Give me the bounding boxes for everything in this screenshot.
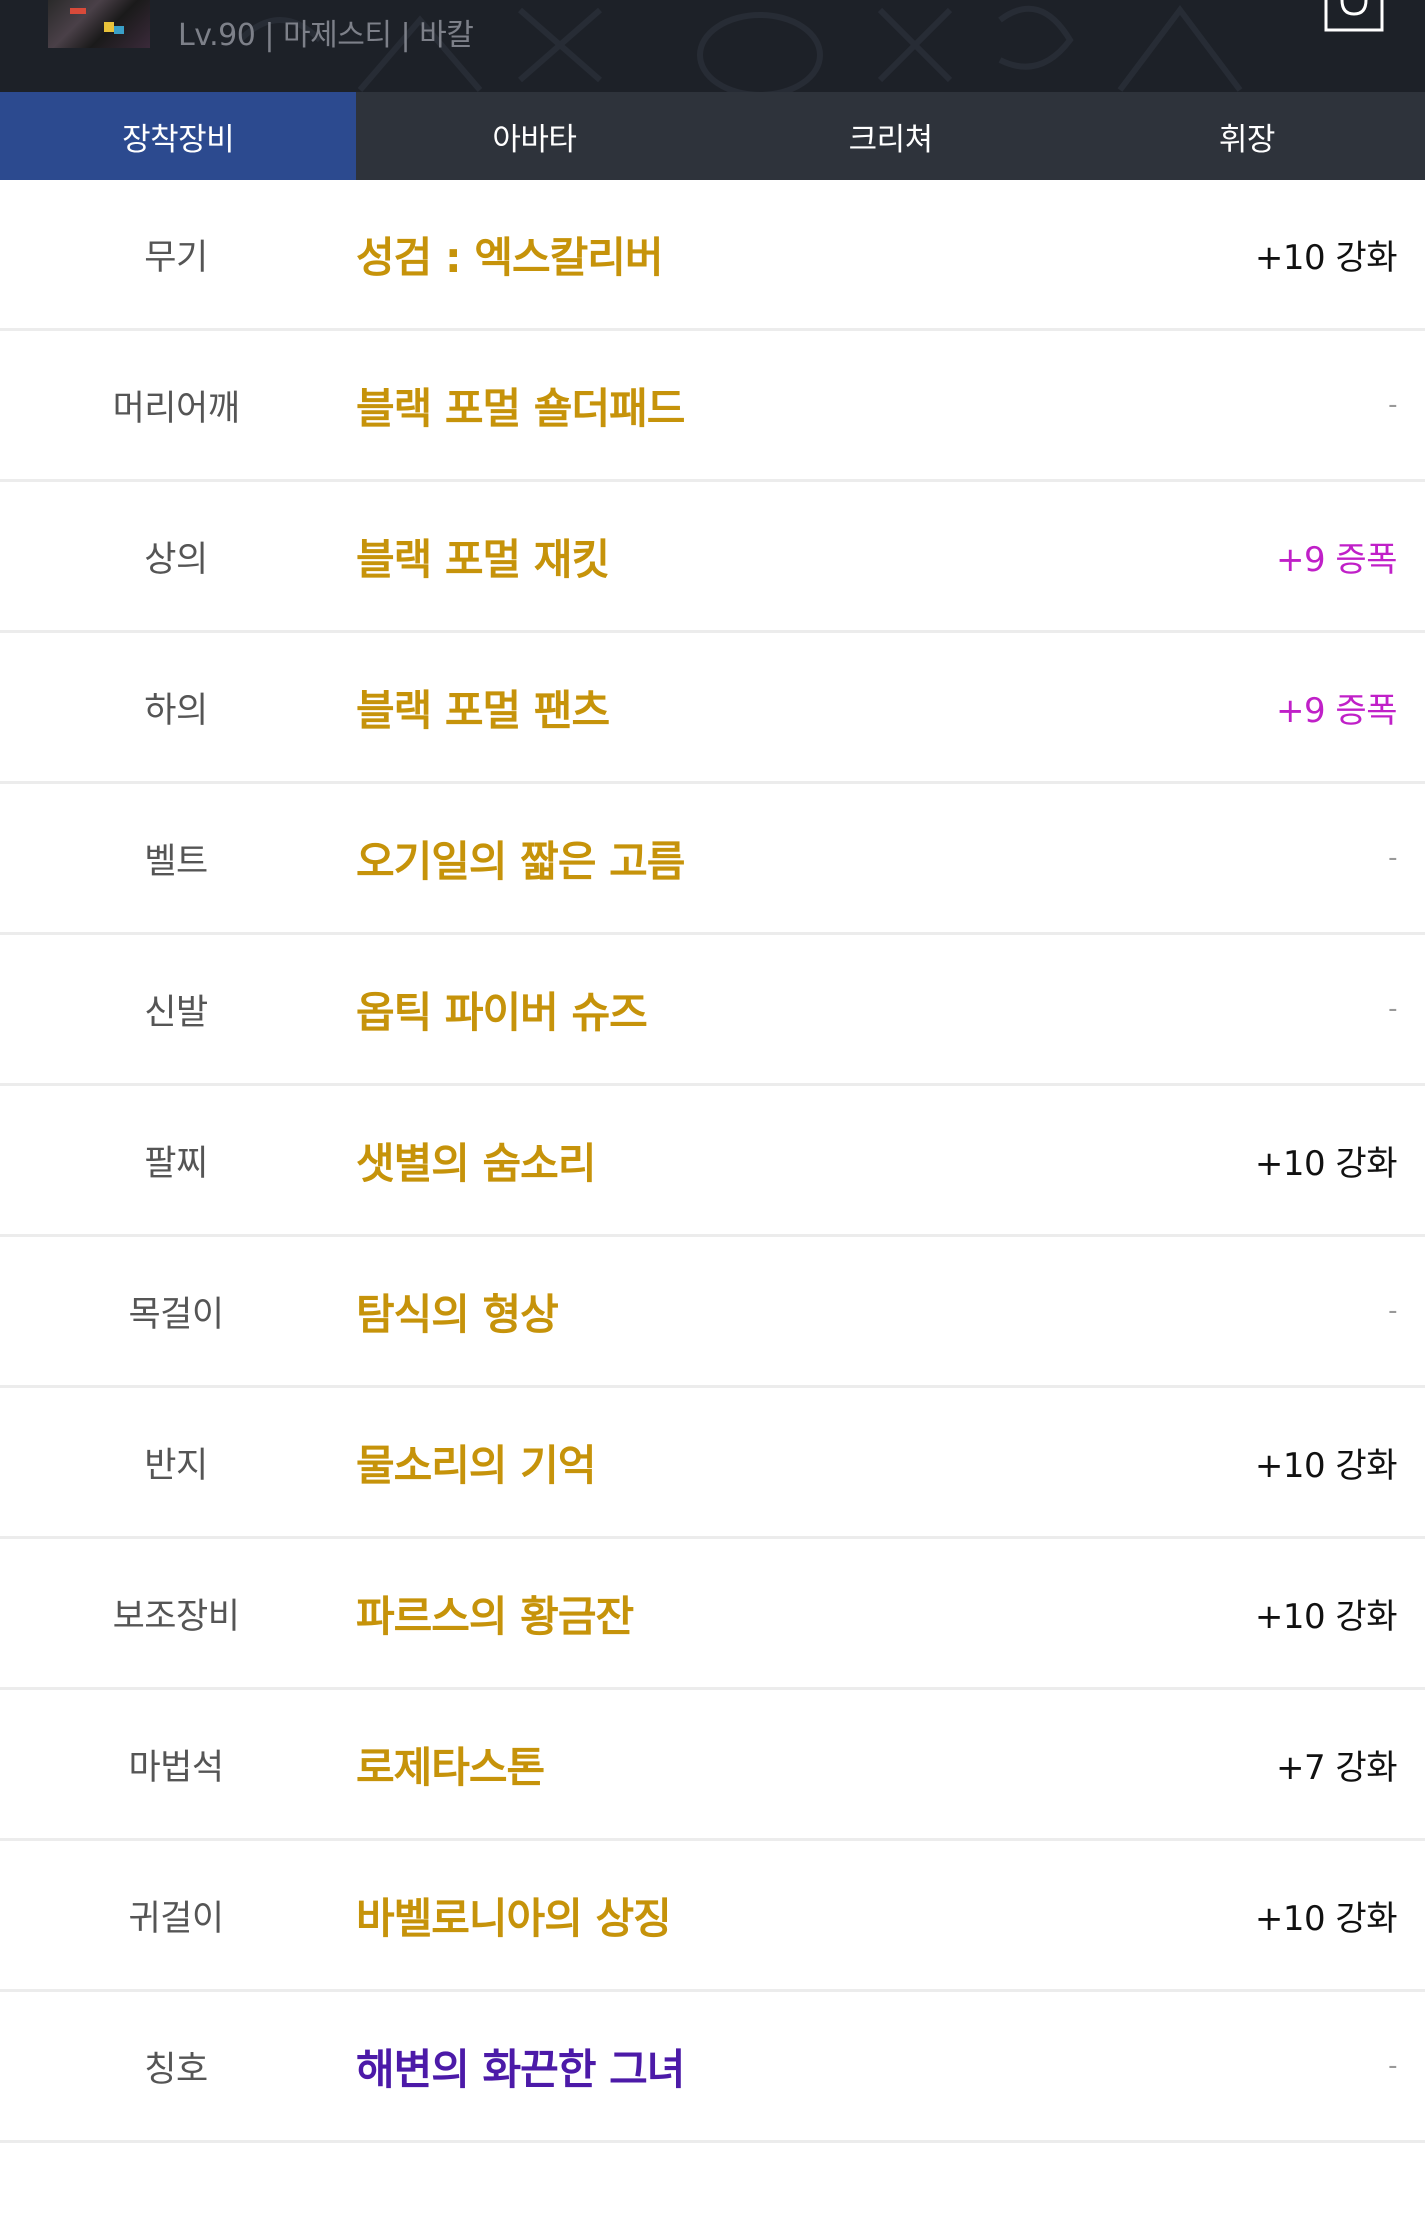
tab-avatar[interactable]: 아바타 xyxy=(356,92,712,180)
equipment-slot-label: 머리어깨 xyxy=(112,388,240,429)
equipment-enhance-status: +10 강화 xyxy=(1254,1143,1398,1184)
equipment-item-name[interactable]: 옵틱 파이버 슈즈 xyxy=(356,935,648,1083)
equipment-item-name[interactable]: 오기일의 짧은 고름 xyxy=(356,784,685,932)
equipment-item-name[interactable]: 블랙 포멀 팬츠 xyxy=(356,633,610,781)
equipment-enhance-status: - xyxy=(1388,994,1397,1024)
equipment-slot-label: 무기 xyxy=(144,237,208,278)
equipment-item-name[interactable]: 블랙 포멀 숄더패드 xyxy=(356,331,685,479)
equipment-slot-label: 마법석 xyxy=(128,1747,224,1788)
equipment-list: 무기 성검 : 엑스칼리버 +10 강화 머리어깨 블랙 포멀 숄더패드 - 상의 블랙 포멀… xyxy=(0,180,1425,2143)
equipment-row[interactable]: 벨트 오기일의 짧은 고름 - xyxy=(0,784,1425,935)
equipment-row[interactable]: 목걸이 탐식의 형상 - xyxy=(0,1237,1425,1388)
equipment-item-name[interactable]: 파르스의 황금잔 xyxy=(356,1539,634,1687)
equipment-row[interactable]: 반지 물소리의 기억 +10 강화 xyxy=(0,1388,1425,1539)
equipment-row[interactable]: 상의 블랙 포멀 재킷 +9 증폭 xyxy=(0,482,1425,633)
equipment-row[interactable]: 귀걸이 바벨로니아의 상징 +10 강화 xyxy=(0,1841,1425,1992)
equipment-item-name[interactable]: 바벨로니아의 상징 xyxy=(356,1841,672,1989)
equipment-enhance-status: +9 증폭 xyxy=(1276,539,1398,580)
equipment-row[interactable]: 칭호 해변의 화끈한 그녀 - xyxy=(0,1992,1425,2143)
equipment-row[interactable]: 무기 성검 : 엑스칼리버 +10 강화 xyxy=(0,180,1425,331)
equipment-slot-label: 상의 xyxy=(144,539,208,580)
equipment-slot-label: 하의 xyxy=(144,690,208,731)
inventory-bag-icon[interactable] xyxy=(1322,0,1386,34)
equipment-enhance-status: +10 강화 xyxy=(1254,237,1398,278)
equipment-tab-bar: 장착장비 아바타 크리쳐 휘장 xyxy=(0,92,1425,180)
tab-creature[interactable]: 크리쳐 xyxy=(713,92,1069,180)
equipment-row[interactable]: 보조장비 파르스의 황금잔 +10 강화 xyxy=(0,1539,1425,1690)
equipment-enhance-status: +10 강화 xyxy=(1254,1898,1398,1939)
equipment-item-name[interactable]: 로제타스톤 xyxy=(356,1690,545,1838)
equipment-item-name[interactable]: 물소리의 기억 xyxy=(356,1388,596,1536)
equipment-enhance-status: +10 강화 xyxy=(1254,1445,1398,1486)
equipment-slot-label: 목걸이 xyxy=(128,1294,224,1335)
equipment-row[interactable]: 신발 옵틱 파이버 슈즈 - xyxy=(0,935,1425,1086)
equipment-slot-label: 팔찌 xyxy=(144,1143,208,1184)
equipment-enhance-status: - xyxy=(1388,843,1397,873)
equipment-item-name[interactable]: 성검 : 엑스칼리버 xyxy=(356,180,664,328)
equipment-slot-label: 칭호 xyxy=(144,2049,208,2090)
equipment-item-name[interactable]: 탐식의 형상 xyxy=(356,1237,559,1385)
equipment-slot-label: 보조장비 xyxy=(112,1596,240,1637)
equipment-enhance-status: - xyxy=(1388,1296,1397,1326)
character-avatar[interactable] xyxy=(48,0,150,48)
equipment-slot-label: 신발 xyxy=(144,992,208,1033)
equipment-row[interactable]: 머리어깨 블랙 포멀 숄더패드 - xyxy=(0,331,1425,482)
equipment-slot-label: 반지 xyxy=(144,1445,208,1486)
character-info: Lv.90 | 마제스티 | 바칼 xyxy=(178,18,474,53)
equipment-row[interactable]: 팔찌 샛별의 숨소리 +10 강화 xyxy=(0,1086,1425,1237)
tab-equipment[interactable]: 장착장비 xyxy=(0,92,357,180)
equipment-item-name[interactable]: 블랙 포멀 재킷 xyxy=(356,482,610,630)
tab-insignia[interactable]: 휘장 xyxy=(1069,92,1425,180)
equipment-item-name[interactable]: 샛별의 숨소리 xyxy=(356,1086,596,1234)
equipment-enhance-status: - xyxy=(1388,390,1397,420)
equipment-row[interactable]: 하의 블랙 포멀 팬츠 +9 증폭 xyxy=(0,633,1425,784)
equipment-enhance-status: +10 강화 xyxy=(1254,1596,1398,1637)
equipment-slot-label: 귀걸이 xyxy=(128,1898,224,1939)
equipment-enhance-status: - xyxy=(1388,2051,1397,2081)
character-header: Lv.90 | 마제스티 | 바칼 xyxy=(0,0,1425,92)
equipment-enhance-status: +7 강화 xyxy=(1276,1747,1398,1788)
equipment-row[interactable]: 마법석 로제타스톤 +7 강화 xyxy=(0,1690,1425,1841)
equipment-slot-label: 벨트 xyxy=(144,841,208,882)
equipment-enhance-status: +9 증폭 xyxy=(1276,690,1398,731)
equipment-item-name[interactable]: 해변의 화끈한 그녀 xyxy=(356,1992,685,2140)
